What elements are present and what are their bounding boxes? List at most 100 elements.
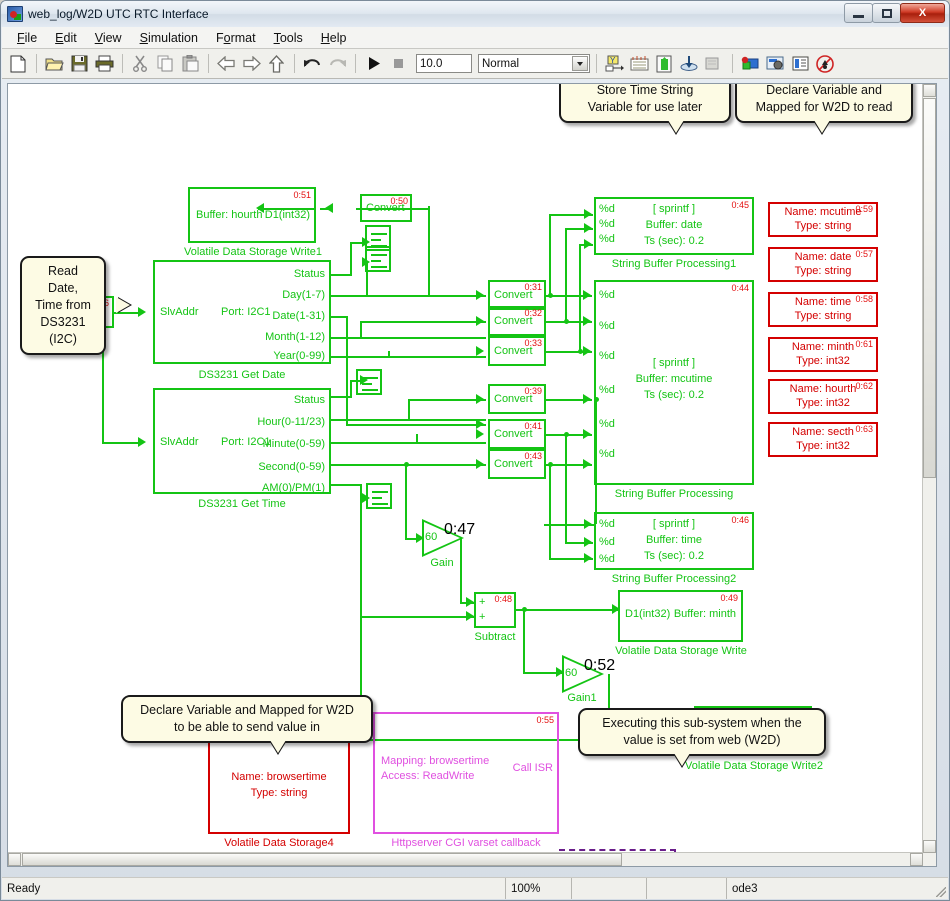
block-convert-41[interactable]: 0:41 Convert <box>488 419 546 449</box>
scroll-right-button[interactable] <box>910 853 923 866</box>
simulink-model-icon <box>7 6 23 22</box>
block-variable-mcutime[interactable]: 0:59 Name: mcutime Type: string <box>768 202 878 237</box>
menu-edit[interactable]: Edit <box>46 29 86 47</box>
chevron-down-icon[interactable] <box>572 56 588 71</box>
block-terminator[interactable] <box>366 483 392 509</box>
menu-tools[interactable]: Tools <box>265 29 312 47</box>
build-model-icon[interactable] <box>739 52 762 75</box>
port-year: Year(0-99) <box>273 350 325 362</box>
redo-icon[interactable] <box>326 52 349 75</box>
model-advisor-icon[interactable] <box>789 52 812 75</box>
sign-2: + <box>479 611 486 623</box>
paste-icon[interactable] <box>179 52 202 75</box>
library-browser-icon[interactable] <box>628 52 651 75</box>
block-variable-time[interactable]: 0:58 Name: time Type: string <box>768 292 878 327</box>
blocked-icon[interactable] <box>814 52 837 75</box>
wire <box>549 464 551 560</box>
block-ds3231-get-date[interactable]: SlvAddr Port: I2C1 Status Day(1-7) Date(… <box>153 260 331 364</box>
stop-simulation-icon[interactable] <box>387 52 410 75</box>
block-volatile-data-storage-write[interactable]: 0:49 D1(int32) Buffer: minth <box>618 590 743 642</box>
close-button[interactable]: X <box>900 3 945 23</box>
open-folder-icon[interactable] <box>43 52 66 75</box>
block-volatile-data-storage4[interactable]: Name: browsertime Type: string <box>208 739 350 834</box>
horizontal-scroll-thumb[interactable] <box>22 853 622 866</box>
block-variable-minth[interactable]: 0:61 Name: minth Type: int32 <box>768 337 878 372</box>
scrollbar-corner <box>923 853 936 866</box>
scroll-left-button[interactable] <box>8 853 21 866</box>
vertical-scroll-thumb[interactable] <box>923 98 936 478</box>
wire <box>350 380 352 398</box>
block-volatile-data-storage-write1[interactable]: 0:51 Buffer: hourth D1(int32) <box>188 187 316 243</box>
block-string-buffer-processing2[interactable]: 0:46 %d %d %d [ sprintf ] Buffer: time T… <box>594 512 754 570</box>
block-label: Volatile Data Storage Write <box>615 645 747 657</box>
wire <box>565 228 567 322</box>
wire-arrow <box>138 307 146 317</box>
simulink-model-window: web_log/W2D UTC RTC Interface X File Edi… <box>0 0 950 901</box>
block-variable-hourth[interactable]: 0:62 Name: hourth Type: int32 <box>768 379 878 414</box>
block-label: Volatile Data Storage Write2 <box>685 760 823 772</box>
menu-help[interactable]: Help <box>312 29 356 47</box>
wire-arrow <box>583 290 591 300</box>
sim-mode-select[interactable]: Normal <box>478 54 590 73</box>
wire <box>330 274 352 276</box>
forward-arrow-icon[interactable] <box>240 52 263 75</box>
up-arrow-icon[interactable] <box>265 52 288 75</box>
update-diagram-icon[interactable]: Y <box>603 52 626 75</box>
block-string-buffer-processing[interactable]: 0:44 %d %d %d %d %d %d [ sprintf ] Buffe… <box>594 280 754 485</box>
stop-time-input[interactable]: 10.0 <box>416 54 472 73</box>
block-subtract[interactable]: 0:48 + + <box>474 592 516 628</box>
block-ds3231-get-time[interactable]: SlvAddr Port: I2C1 Status Hour(0-11/23) … <box>153 388 331 494</box>
horizontal-scrollbar[interactable] <box>8 852 923 866</box>
menu-format[interactable]: Format <box>207 29 265 47</box>
print-icon[interactable] <box>93 52 116 75</box>
block-label: DS3231 Get Date <box>198 369 286 381</box>
save-icon[interactable] <box>68 52 91 75</box>
model-canvas[interactable]: 0:51 Buffer: hourth D1(int32) Volatile D… <box>7 83 937 867</box>
block-label: Volatile Data Storage4 <box>224 837 334 849</box>
model-explorer-icon[interactable] <box>653 52 676 75</box>
status-field3 <box>571 878 646 899</box>
wire-arrow <box>476 429 484 439</box>
scroll-down-button[interactable] <box>923 840 936 853</box>
go-to-parent-icon[interactable] <box>678 52 701 75</box>
back-arrow-icon[interactable] <box>215 52 238 75</box>
menu-simulation[interactable]: Simulation <box>131 29 207 47</box>
svg-text:Y: Y <box>610 56 616 65</box>
copy-icon[interactable] <box>154 52 177 75</box>
block-convert-32[interactable]: 0:32 Convert <box>488 306 546 336</box>
status-message: Ready <box>7 882 41 895</box>
code-generation-icon[interactable] <box>764 52 787 75</box>
block-convert-39[interactable]: 0:39 Convert <box>488 384 546 414</box>
scroll-up-button[interactable] <box>923 84 936 97</box>
callout-line: Time from <box>35 298 91 312</box>
maximize-button[interactable] <box>872 3 901 23</box>
minimize-button[interactable] <box>844 3 873 23</box>
undo-icon[interactable] <box>301 52 324 75</box>
block-convert-33[interactable]: 0:33 Convert <box>488 336 546 366</box>
block-variable-secth[interactable]: 0:63 Name: secth Type: int32 <box>768 422 878 457</box>
debug-icon[interactable] <box>703 52 726 75</box>
wire-arrow <box>584 519 592 529</box>
block-terminator[interactable] <box>365 246 391 272</box>
wire <box>330 484 362 486</box>
block-text: Convert <box>494 393 533 405</box>
block-httpserver-cgi-varset-callback[interactable]: 0:55 Mapping: browsertime Access: ReadWr… <box>373 712 559 834</box>
cut-scissors-icon[interactable] <box>129 52 152 75</box>
wire <box>368 295 486 297</box>
resize-grip[interactable] <box>934 885 948 899</box>
block-string-buffer-processing1[interactable]: 0:45 %d %d %d [ sprintf ] Buffer: date T… <box>594 197 754 255</box>
block-text: Buffer: date <box>645 219 703 231</box>
block-convert-50[interactable]: 0:50 Convert <box>360 194 412 222</box>
toolbar-separator <box>208 54 209 73</box>
block-variable-date[interactable]: 0:57 Name: date Type: string <box>768 247 878 282</box>
menu-file[interactable]: File <box>8 29 46 47</box>
variable-name: Name: browsertime <box>231 771 327 783</box>
callout-tail <box>270 740 286 753</box>
new-model-icon[interactable] <box>7 52 30 75</box>
menu-view[interactable]: View <box>86 29 131 47</box>
block-terminator[interactable] <box>356 369 382 395</box>
vertical-scrollbar[interactable] <box>922 84 936 853</box>
start-simulation-icon[interactable] <box>362 52 385 75</box>
block-text: Convert <box>494 345 533 357</box>
block-convert-43[interactable]: 0:43 Convert <box>488 449 546 479</box>
